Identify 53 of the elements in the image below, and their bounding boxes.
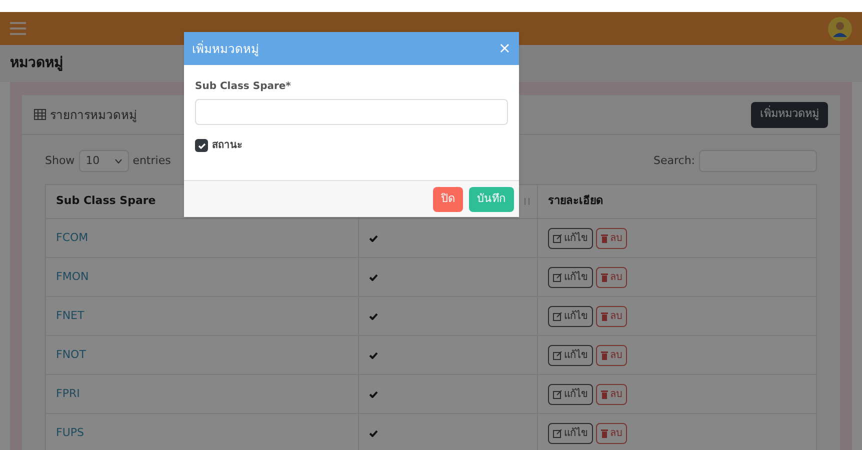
page-title: หมวดหมู่: [10, 54, 63, 73]
sub-class-link[interactable]: FPRI: [56, 386, 80, 402]
user-avatar-icon[interactable]: [828, 16, 852, 40]
delete-button[interactable]: ลบ: [596, 384, 627, 404]
checkbox[interactable]: [195, 139, 208, 152]
trash-icon: [601, 272, 608, 282]
delete-button[interactable]: ลบ: [596, 306, 627, 326]
edit-icon: [553, 272, 562, 282]
sort-icon[interactable]: [523, 197, 531, 206]
menu-icon[interactable]: [10, 22, 26, 35]
trash-icon: [601, 428, 608, 438]
edit-icon: [553, 350, 562, 360]
sub-class-link[interactable]: FNET: [56, 308, 84, 324]
delete-button[interactable]: ลบ: [596, 344, 627, 366]
edit-button[interactable]: แก้ไข: [548, 344, 593, 366]
modal-title: เพิ่มหมวดหมู่: [192, 40, 259, 58]
column-header[interactable]: Sub Class Spare: [56, 193, 156, 210]
edit-button[interactable]: แก้ไข: [548, 384, 593, 404]
search-label: Search:: [654, 152, 695, 169]
checkmark-icon: [198, 142, 206, 148]
edit-icon: [553, 312, 562, 320]
trash-icon: [601, 312, 608, 320]
sub-class-link[interactable]: FUPS: [56, 424, 84, 442]
edit-icon: [553, 234, 562, 242]
close-button[interactable]: ปิด: [433, 186, 463, 212]
card-title: รายการหมวดหมู่: [50, 106, 137, 124]
input-field[interactable]: [195, 99, 508, 125]
page-size-select[interactable]: 10: [78, 150, 129, 172]
close-button[interactable]: ×: [498, 41, 511, 56]
edit-icon: [553, 428, 562, 438]
edit-button[interactable]: แก้ไข: [548, 228, 593, 248]
delete-button[interactable]: ลบ: [596, 266, 627, 288]
column-header: รายละเอียด: [548, 193, 603, 210]
add-category-button[interactable]: เพิ่มหมวดหมู่: [751, 102, 828, 128]
save-button[interactable]: บันทึก: [469, 186, 514, 212]
edit-button[interactable]: แก้ไข: [548, 422, 593, 444]
caret-icon: [114, 158, 122, 164]
edit-button[interactable]: แก้ไข: [548, 266, 593, 288]
field-label: Sub Class Spare*: [195, 80, 292, 94]
status-label: สถานะ: [212, 139, 242, 153]
sub-class-link[interactable]: FNOT: [56, 346, 86, 364]
delete-button[interactable]: ลบ: [596, 422, 627, 444]
edit-icon: [553, 390, 562, 398]
trash-icon: [601, 234, 608, 242]
trash-icon: [601, 350, 608, 360]
sub-class-link[interactable]: FMON: [56, 268, 89, 286]
delete-button[interactable]: ลบ: [596, 228, 627, 248]
trash-icon: [601, 390, 608, 398]
show-label: Show: [45, 152, 75, 169]
table-icon: [34, 109, 46, 120]
sub-class-link[interactable]: FCOM: [56, 230, 88, 246]
edit-button[interactable]: แก้ไข: [548, 306, 593, 326]
entries-label: entries: [132, 152, 171, 169]
